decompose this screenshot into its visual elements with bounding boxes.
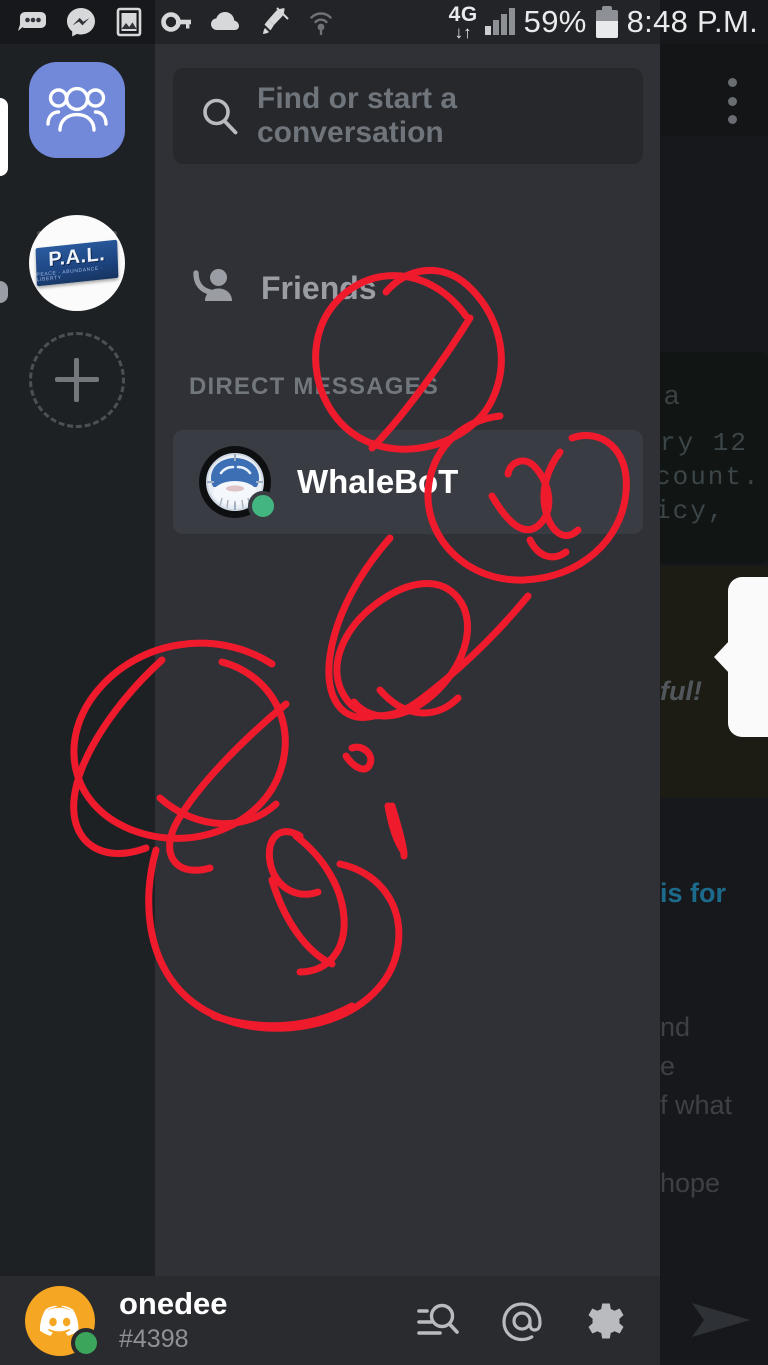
active-server-indicator [0, 98, 8, 176]
username: onedee [119, 1286, 228, 1322]
background-fragment: nd [660, 1012, 691, 1042]
sidebar-item-friends[interactable]: Friends [173, 240, 643, 336]
avatar[interactable] [25, 1285, 101, 1358]
list-item[interactable]: WhaleBoT [173, 430, 643, 534]
dm-drawer: Find or start a conversation Friends DIR… [155, 44, 660, 1276]
send-arrow-icon[interactable] [690, 1295, 752, 1345]
server-unread-indicator [0, 281, 8, 303]
background-fragment: f what [660, 1090, 733, 1120]
system-status-bar: 4G ↓↑ 59% 8:48 P.M. [0, 0, 768, 44]
background-fragment: ry 12 [660, 428, 749, 458]
status-badge [248, 491, 278, 521]
search-placeholder: Find or start a conversation [257, 82, 458, 149]
key-icon [161, 12, 191, 32]
friend-search-icon[interactable] [416, 1299, 460, 1343]
clock-label: 8:48 P.M. [626, 4, 758, 39]
server-logo-pal: P.A.L. PEACE · ABUNDANCE · LIBERTY [35, 239, 119, 287]
status-bar-notification-icons [16, 0, 338, 44]
search-input[interactable]: Find or start a conversation [173, 68, 643, 164]
gallery-icon [116, 7, 142, 37]
network-type-label: 4G [448, 2, 478, 26]
background-fragment: hope [660, 1168, 721, 1198]
mentions-icon[interactable] [500, 1299, 544, 1343]
background-fragment-link[interactable]: is for [660, 878, 726, 909]
friends-label: Friends [261, 269, 377, 306]
background-fragment: a [664, 380, 680, 410]
status-bar-system-icons: 4G ↓↑ 59% 8:48 P.M. [449, 0, 758, 44]
settings-gear-icon[interactable] [584, 1299, 628, 1343]
cloud-icon [211, 12, 239, 30]
rocket-icon [263, 7, 289, 34]
user-discriminator: #4398 [119, 1324, 189, 1353]
status-badge [71, 1327, 101, 1358]
plus-icon [55, 358, 99, 402]
direct-messages-header: DIRECT MESSAGES [189, 373, 440, 400]
bottom-user-bar: onedee #4398 [0, 1276, 660, 1365]
network-type-indicator: 4G ↓↑ [449, 4, 478, 41]
hotspot-icon [310, 12, 332, 35]
battery-icon [595, 6, 618, 38]
background-fragment: icy, [655, 496, 726, 526]
side-panel-handle[interactable] [714, 577, 768, 737]
sidebar-item-home[interactable] [29, 62, 125, 158]
server-rail: P.A.L. PEACE · ABUNDANCE · LIBERTY [0, 44, 155, 1276]
background-fragment: e [660, 1051, 676, 1081]
messenger-icon [67, 8, 95, 37]
battery-percent-label: 59% [523, 4, 587, 39]
background-fragment: count. [655, 462, 761, 492]
sidebar-item-server-pal[interactable]: P.A.L. PEACE · ABUNDANCE · LIBERTY [29, 215, 125, 311]
friends-icon [193, 269, 232, 301]
overflow-menu-icon[interactable] [727, 78, 737, 124]
signal-strength-icon [484, 8, 515, 35]
data-transfer-arrows: ↓↑ [454, 22, 472, 42]
list-item-label: WhaleBoT [297, 463, 459, 500]
chat-dots-icon [18, 12, 46, 31]
background-fragment: ful! [660, 676, 702, 706]
avatar [199, 446, 278, 521]
friends-people-icon [46, 86, 108, 132]
user-identity: onedee #4398 [119, 1287, 228, 1353]
phone-screen: a ry 12 count. icy, ful! is for nd e f w… [0, 0, 768, 1365]
search-icon [203, 98, 238, 135]
bottom-actions [416, 1299, 628, 1343]
add-server-button[interactable] [29, 332, 125, 428]
